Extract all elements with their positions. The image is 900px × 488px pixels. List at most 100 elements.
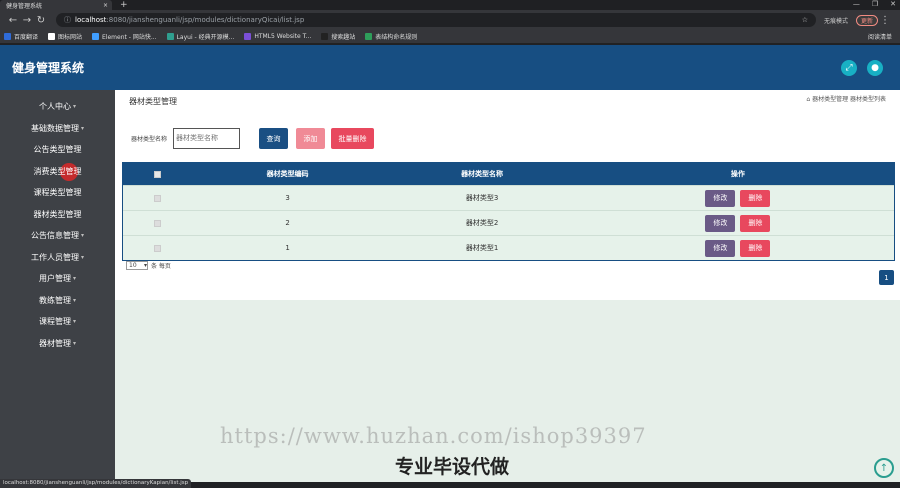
bookmark-item[interactable]: HTML5 Website T... <box>244 33 311 40</box>
app-header: 健身管理系统 <box>0 45 900 90</box>
edit-button[interactable]: 修改 <box>705 239 736 257</box>
bookmark-item[interactable]: 搜索趣站 <box>321 32 355 41</box>
address-bar[interactable]: ⓘ localhost :8080/jianshenguanli/jsp/mod… <box>56 13 816 27</box>
sidebar-item[interactable]: 课程管理 ▾ <box>0 311 115 333</box>
browser-tab[interactable]: 健身管理系统 × <box>0 0 112 10</box>
close-window-icon[interactable]: ✕ <box>890 0 896 10</box>
incognito-label[interactable]: 无痕模式 <box>824 16 848 25</box>
bookmarks-bar: 百度翻译 图标网站 Element - 网站快... Layui - 经典开源模...… <box>0 30 900 44</box>
bookmark-icon <box>365 33 373 40</box>
bookmark-star-icon[interactable]: ☆ <box>802 16 808 24</box>
bookmark-label: HTML5 Website T... <box>254 33 312 40</box>
cell-name: 器材类型1 <box>465 244 499 252</box>
page-number-button[interactable]: 1 <box>879 270 894 285</box>
back-to-top-icon[interactable]: ↑ <box>874 458 894 478</box>
bookmark-label: Layui - 经典开源模... <box>176 34 235 41</box>
sidebar-item-label: 器材类型管理 <box>33 209 82 219</box>
select-all-checkbox[interactable] <box>154 170 162 178</box>
chevron-down-icon: ▾ <box>72 318 76 326</box>
minimize-icon[interactable]: — <box>853 0 860 10</box>
new-tab-button[interactable]: + <box>120 0 128 10</box>
sidebar-item-label: 个人中心 <box>38 102 71 112</box>
url-host: localhost <box>75 16 107 24</box>
header-op: 操作 <box>730 170 745 178</box>
sidebar-item[interactable]: 教练管理 ▾ <box>0 290 115 312</box>
reading-list[interactable]: 阅读清单 <box>868 32 892 41</box>
bookmark-icon <box>48 33 56 40</box>
chevron-down-icon: ▾ <box>143 262 147 269</box>
header-code: 器材类型编码 <box>266 170 309 178</box>
bookmark-item[interactable]: 表结构命名规则 <box>365 32 417 41</box>
table-body: 3 器材类型3 修改 删除 2 器材类型2 修改 删除 1 器材类型1 修改 删除 <box>123 185 894 260</box>
bookmark-icon <box>244 33 252 40</box>
edit-button[interactable]: 修改 <box>705 189 736 207</box>
search-input[interactable] <box>173 128 240 149</box>
page-title: 器材类型管理 <box>129 97 177 106</box>
cell-name: 器材类型3 <box>465 194 499 202</box>
table-header: 器材类型编码 器材类型名称 操作 <box>123 163 894 185</box>
bookmark-label: Element - 网站快... <box>102 34 157 41</box>
query-button[interactable]: 查询 <box>259 128 288 149</box>
sidebar-item[interactable]: 公告信息管理 ▾ <box>0 225 115 247</box>
delete-button[interactable]: 删除 <box>740 189 771 207</box>
window-controls: — ❐ ✕ <box>853 0 896 10</box>
bookmark-item[interactable]: 百度翻译 <box>4 32 38 41</box>
reload-icon[interactable]: ↻ <box>34 15 48 26</box>
restore-icon[interactable]: ❐ <box>872 0 878 10</box>
bookmark-item[interactable]: Element - 网站快... <box>92 32 157 41</box>
fullscreen-icon[interactable]: ⤢ <box>841 60 857 76</box>
close-tab-icon[interactable]: × <box>103 2 108 9</box>
lock-icon: ⓘ <box>64 16 71 24</box>
sidebar-item[interactable]: 器材管理 ▾ <box>0 333 115 355</box>
back-icon[interactable]: ← <box>6 15 20 26</box>
page-size-suffix: 条 每页 <box>151 263 171 270</box>
sidebar-item[interactable]: 工作人员管理 ▾ <box>0 247 115 269</box>
bookmark-label: 搜索趣站 <box>331 34 356 41</box>
forward-icon[interactable]: → <box>20 15 34 26</box>
update-button[interactable]: 更新 <box>856 14 879 26</box>
sidebar-item[interactable]: 消费类型管理 <box>0 161 115 183</box>
breadcrumb[interactable]: ⌂ 器材类型管理 器材类型列表 <box>806 94 886 103</box>
bookmark-item[interactable]: 图标网站 <box>48 32 82 41</box>
promo-text: 专业毕设代做 <box>395 456 510 478</box>
sidebar: 个人中心 ▾ 基础数据管理 ▾ 公告类型管理 消费类型管理 课程类型管理 器材类型管理 公告信息… <box>0 90 115 482</box>
browser-toolbar: ← → ↻ ⓘ localhost :8080/jianshenguanli/j… <box>0 10 900 30</box>
sidebar-item[interactable]: 公告类型管理 <box>0 139 115 161</box>
sidebar-item-label: 器材管理 <box>38 338 71 348</box>
chevron-down-icon: ▾ <box>80 253 84 261</box>
chevron-down-icon: ▾ <box>72 103 76 111</box>
chevron-down-icon: ▾ <box>72 275 76 283</box>
bookmark-icon <box>4 33 11 40</box>
sidebar-item-label: 课程管理 <box>38 317 71 327</box>
chevron-down-icon: ▾ <box>72 296 76 304</box>
bookmark-label: 百度翻译 <box>14 34 39 41</box>
table-row: 2 器材类型2 修改 删除 <box>123 210 894 235</box>
row-checkbox[interactable] <box>154 219 162 227</box>
page-size-select[interactable]: 10 ▾ <box>126 261 148 270</box>
status-url: localhost:8080/jianshenguanli/jsp/module… <box>0 479 192 488</box>
delete-button[interactable]: 删除 <box>740 214 771 232</box>
table-row: 1 器材类型1 修改 删除 <box>123 235 894 260</box>
data-table: 器材类型编码 器材类型名称 操作 3 器材类型3 修改 删除 2 器材类型2 修改 删除 1 器材… <box>122 162 895 261</box>
sidebar-item[interactable]: 器材类型管理 <box>0 204 115 226</box>
sidebar-item[interactable]: 个人中心 ▾ <box>0 96 115 118</box>
bookmark-item[interactable]: Layui - 经典开源模... <box>166 32 235 41</box>
row-checkbox[interactable] <box>154 194 162 202</box>
chevron-down-icon: ▾ <box>80 124 84 132</box>
sidebar-item[interactable]: 基础数据管理 ▾ <box>0 118 115 140</box>
menu-icon[interactable]: ⋮ <box>878 15 892 26</box>
sidebar-item[interactable]: 用户管理 ▾ <box>0 268 115 290</box>
bookmark-icon <box>166 33 174 40</box>
tab-title: 健身管理系统 <box>6 2 43 10</box>
bookmark-icon <box>92 33 100 40</box>
batch-delete-button[interactable]: 批量删除 <box>331 128 374 149</box>
sidebar-item-label: 教练管理 <box>38 295 71 305</box>
sidebar-item[interactable]: 课程类型管理 <box>0 182 115 204</box>
user-icon[interactable]: ● <box>867 60 883 76</box>
watermark: https://www.huzhan.com/ishop39397 <box>220 424 647 448</box>
delete-button[interactable]: 删除 <box>740 239 771 257</box>
add-button[interactable]: 添加 <box>296 128 325 149</box>
edit-button[interactable]: 修改 <box>705 214 736 232</box>
table-row: 3 器材类型3 修改 删除 <box>123 185 894 210</box>
row-checkbox[interactable] <box>154 244 162 252</box>
